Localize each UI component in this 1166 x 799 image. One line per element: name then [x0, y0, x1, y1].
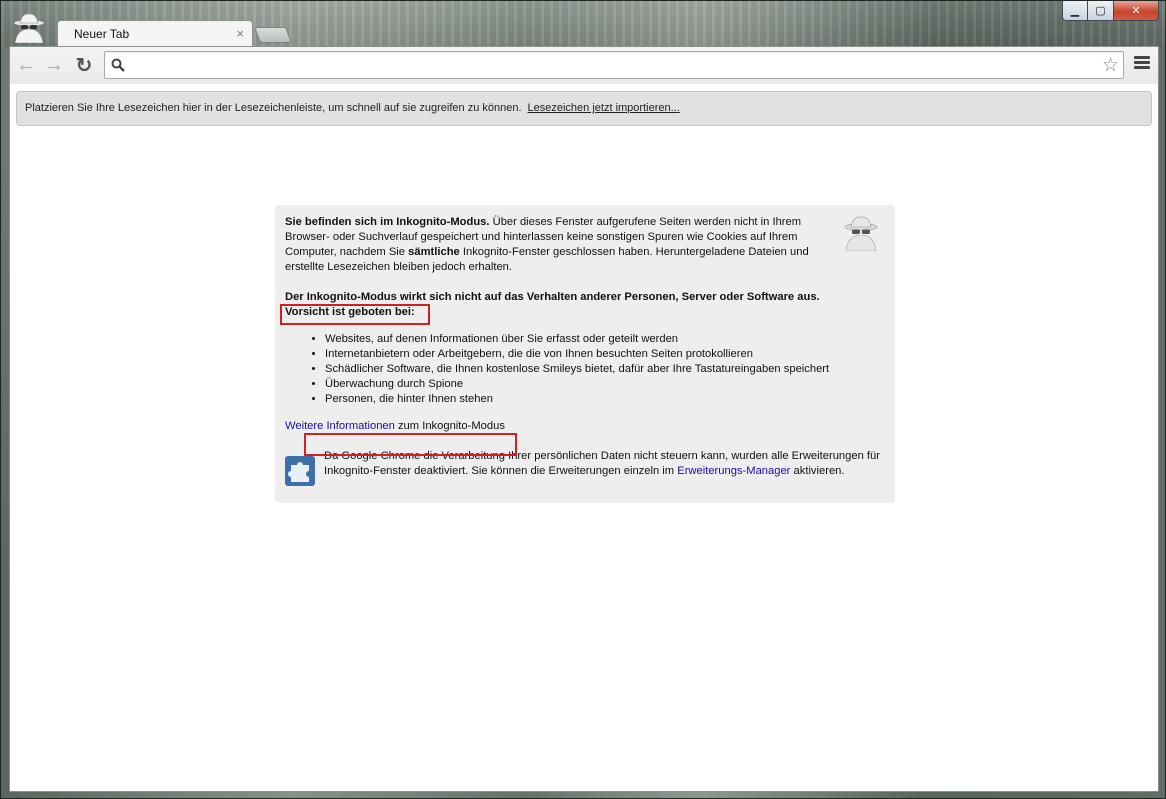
- omnibox[interactable]: ☆: [104, 51, 1124, 79]
- more-info-text: zum Inkognito-Modus: [394, 420, 505, 432]
- list-item: Schädlicher Software, die Ihnen kostenlo…: [325, 362, 885, 377]
- incognito-spy-icon: [844, 216, 878, 251]
- import-bookmarks-link[interactable]: Lesezeichen jetzt importieren...: [528, 102, 680, 114]
- ext-text-2: aktivieren.: [790, 465, 845, 477]
- list-item: Websites, auf denen Informationen über S…: [325, 332, 885, 347]
- back-button[interactable]: ←: [14, 53, 38, 77]
- tab-new-tab[interactable]: Neuer Tab ×: [57, 20, 253, 47]
- minimize-button[interactable]: ▁: [1062, 1, 1088, 21]
- window-controls: ▁ ▢ ✕: [1062, 1, 1159, 21]
- extensions-manager-link[interactable]: Erweiterungs-Manager: [677, 465, 790, 477]
- incognito-icon: [13, 13, 45, 43]
- forward-button[interactable]: →: [42, 53, 66, 77]
- incognito-intro: Sie befinden sich im Inkognito-Modus. Üb…: [285, 215, 845, 275]
- close-window-button[interactable]: ✕: [1114, 1, 1159, 21]
- list-item: Internetanbietern oder Arbeitgebern, die…: [325, 347, 885, 362]
- reload-button[interactable]: ↻: [72, 53, 96, 77]
- intro-bold: Sie befinden sich im Inkognito-Modus.: [285, 216, 490, 228]
- window-frame: ▁ ▢ ✕ Neuer Tab × ← → ↻ ☆ Platzieren Sie…: [0, 0, 1166, 799]
- toolbar: ← → ↻ ☆: [10, 47, 1158, 84]
- caution-list: Websites, auf denen Informationen über S…: [285, 332, 885, 407]
- incognito-warning: Der Inkognito-Modus wirkt sich nicht auf…: [285, 291, 820, 303]
- intro-bold-2: sämtliche: [408, 246, 460, 258]
- maximize-button[interactable]: ▢: [1088, 1, 1114, 21]
- more-info-link[interactable]: Weitere Informationen: [285, 420, 395, 432]
- bookmark-star-icon[interactable]: ☆: [1102, 54, 1119, 77]
- tab-title: Neuer Tab: [74, 27, 130, 41]
- browser-viewport: ← → ↻ ☆ Platzieren Sie Ihre Lesezeichen …: [9, 46, 1159, 792]
- highlight-box-caution: [280, 304, 430, 325]
- list-item: Personen, die hinter Ihnen stehen: [325, 392, 885, 407]
- highlight-box-persons: [304, 433, 517, 456]
- extension-puzzle-icon: [285, 456, 315, 486]
- new-tab-button[interactable]: [254, 27, 292, 43]
- bookmark-bar: Platzieren Sie Ihre Lesezeichen hier in …: [16, 91, 1152, 126]
- incognito-panel: Sie befinden sich im Inkognito-Modus. Üb…: [275, 205, 895, 503]
- list-item: Überwachung durch Spione: [325, 377, 885, 392]
- address-input[interactable]: [133, 55, 1083, 75]
- tab-close-icon[interactable]: ×: [236, 26, 244, 41]
- chrome-menu-icon[interactable]: [1134, 56, 1150, 72]
- more-info: Weitere Informationen zum Inkognito-Modu…: [285, 419, 505, 434]
- bookmark-bar-hint: Platzieren Sie Ihre Lesezeichen hier in …: [25, 102, 522, 114]
- search-icon: [111, 58, 125, 72]
